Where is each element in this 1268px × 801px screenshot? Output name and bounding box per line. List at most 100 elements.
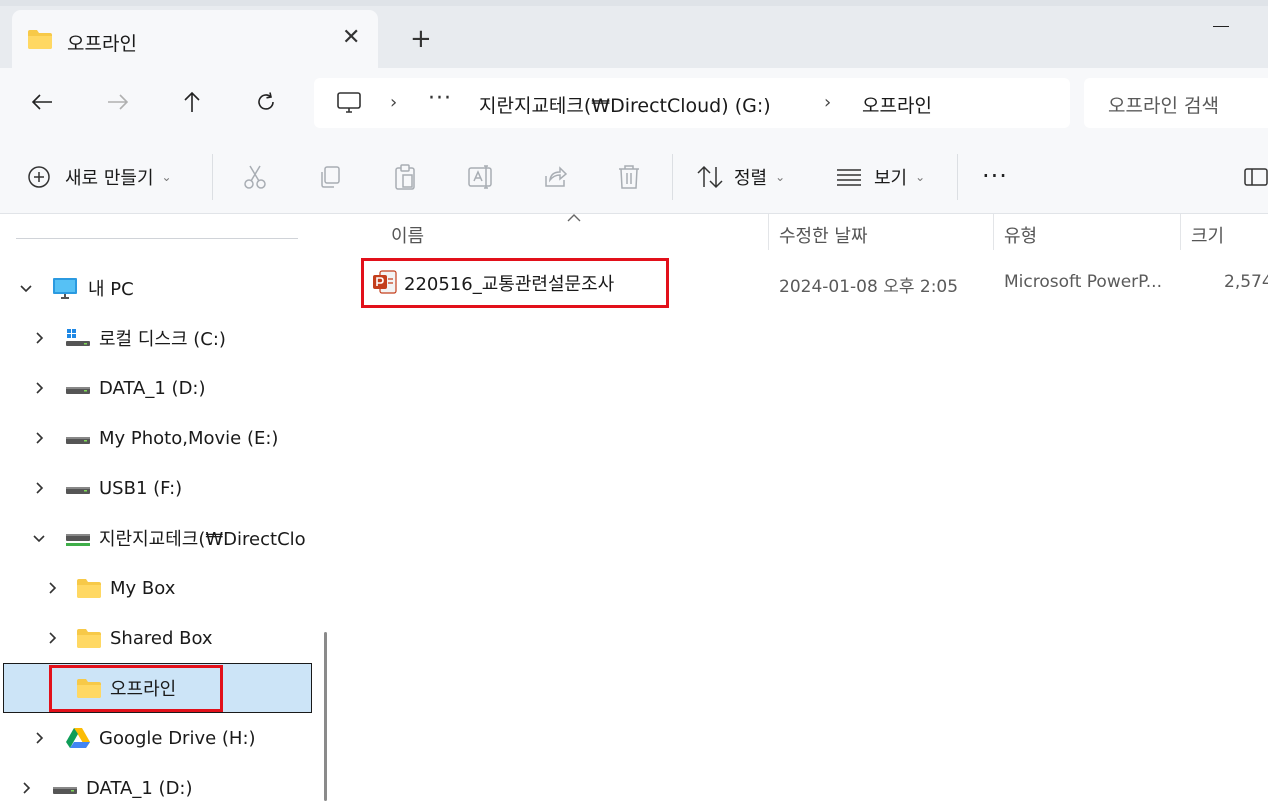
- chevron-right-icon: [36, 332, 44, 344]
- sidebar-item-usb1-f[interactable]: USB1 (F:): [33, 465, 182, 511]
- arrow-up-icon: [184, 91, 200, 112]
- rename-icon: [468, 165, 492, 189]
- sort-icon: [697, 165, 723, 189]
- sidebar-item-local-disk-c[interactable]: 로컬 디스크 (C:): [33, 315, 226, 361]
- sidebar-item-label: My Box: [110, 577, 176, 599]
- sidebar-item-this-pc[interactable]: 내 PC: [20, 265, 134, 311]
- chevron-right-icon: [36, 432, 44, 444]
- google-drive-icon: [66, 728, 90, 748]
- column-divider[interactable]: [993, 214, 994, 250]
- search-box[interactable]: 오프라인 검색: [1084, 78, 1268, 128]
- top-strip: [0, 0, 1268, 6]
- file-type: Microsoft PowerP...: [1004, 272, 1162, 292]
- forward-button[interactable]: [102, 86, 134, 118]
- chevron-right-icon: [49, 632, 57, 644]
- sidebar-item-label: USB1 (F:): [99, 477, 183, 499]
- title-bar: 오프라인 ✕ +: [0, 0, 1268, 68]
- more-options-button[interactable]: ···: [982, 162, 1008, 190]
- clipboard-icon: [395, 164, 415, 190]
- column-header-size[interactable]: 크기: [1191, 222, 1224, 248]
- drive-icon: [66, 387, 90, 394]
- navigation-bar: › ··· 지란지교테크(₩DirectCloud) (G:) › 오프라인 오…: [0, 68, 1268, 140]
- sidebar-item-data-1-d[interactable]: DATA_1 (D:): [33, 365, 206, 411]
- drive-icon: [66, 437, 90, 444]
- divider: [212, 154, 213, 200]
- view-label: 보기: [874, 168, 908, 189]
- sidebar-item-directcloud-g[interactable]: 지란지교테크(₩DirectClo: [33, 515, 306, 561]
- copy-button[interactable]: [317, 140, 343, 214]
- navigation-pane: 내 PC 로컬 디스크 (C:) DATA_1 (D:) My Photo,Mo…: [0, 214, 337, 801]
- cut-button[interactable]: [242, 140, 268, 214]
- minimize-button[interactable]: [1213, 26, 1229, 27]
- chevron-down-icon: [33, 535, 45, 543]
- sidebar-item-my-photo-movie-e[interactable]: My Photo,Movie (E:): [33, 415, 278, 461]
- chevron-right-icon: [23, 782, 31, 794]
- breadcrumb-separator[interactable]: ›: [390, 92, 397, 113]
- chevron-down-icon: ⌄: [161, 170, 172, 184]
- sidebar-item-label: DATA_1 (D:): [86, 777, 193, 799]
- sort-button[interactable]: 정렬 ⌄: [696, 140, 785, 214]
- monitor-icon: [336, 91, 362, 119]
- column-divider[interactable]: [1180, 214, 1181, 250]
- details-pane-button[interactable]: [1244, 140, 1268, 214]
- chevron-right-icon: [36, 482, 44, 494]
- arrow-right-icon: [108, 94, 129, 110]
- search-placeholder: 오프라인 검색: [1108, 95, 1219, 117]
- arrow-left-icon: [31, 94, 52, 110]
- sidebar-item-my-box[interactable]: My Box: [46, 565, 175, 611]
- view-button[interactable]: 보기 ⌄: [836, 140, 925, 214]
- divider: [672, 154, 673, 200]
- column-header-modified[interactable]: 수정한 날짜: [779, 222, 868, 248]
- share-icon: [545, 166, 568, 187]
- sort-ascending-icon: [567, 214, 581, 222]
- file-list: 이름 수정한 날짜 유형 크기 220516_교통관련설문조사 2024-01-…: [337, 214, 1268, 801]
- address-bar[interactable]: › ··· 지란지교테크(₩DirectCloud) (G:) › 오프라인: [314, 78, 1070, 128]
- breadcrumb-overflow[interactable]: ···: [428, 86, 452, 111]
- plus-circle-icon: [28, 166, 50, 188]
- breadcrumb-drive[interactable]: 지란지교테크(₩DirectCloud) (G:): [479, 91, 771, 118]
- new-button[interactable]: 새로 만들기 ⌄: [27, 140, 172, 214]
- sidebar-item-label: Shared Box: [110, 627, 213, 649]
- chevron-down-icon: ⌄: [915, 170, 926, 184]
- column-divider[interactable]: [768, 214, 769, 250]
- drive-icon: [66, 487, 90, 494]
- windows-drive-icon: [66, 329, 90, 346]
- tab-title: 오프라인: [67, 33, 137, 55]
- back-button[interactable]: [26, 86, 58, 118]
- rename-button[interactable]: [467, 140, 495, 214]
- chevron-right-icon: [36, 732, 44, 744]
- up-button[interactable]: [176, 86, 208, 118]
- scissors-icon: [244, 165, 266, 189]
- file-modified: 2024-01-08 오후 2:05: [779, 277, 959, 297]
- new-tab-button[interactable]: +: [410, 24, 432, 54]
- sidebar-item-label: My Photo,Movie (E:): [99, 427, 279, 449]
- share-button[interactable]: [542, 140, 568, 214]
- tab-offline[interactable]: 오프라인 ✕: [12, 10, 378, 68]
- highlight-box: [49, 665, 223, 712]
- chevron-down-icon: ⌄: [775, 170, 786, 184]
- drive-icon: [53, 787, 77, 794]
- column-header-type[interactable]: 유형: [1004, 222, 1037, 248]
- divider: [957, 154, 958, 200]
- new-label: 새로 만들기: [65, 168, 154, 189]
- breadcrumb-separator[interactable]: ›: [824, 92, 831, 113]
- delete-button[interactable]: [617, 140, 641, 214]
- list-view-icon: [837, 169, 861, 186]
- sidebar-item-label: 로컬 디스크 (C:): [99, 329, 226, 350]
- paste-button[interactable]: [392, 140, 418, 214]
- sidebar-scrollbar[interactable]: [324, 632, 327, 801]
- column-header-name[interactable]: 이름: [391, 222, 424, 248]
- breadcrumb-folder[interactable]: 오프라인: [862, 91, 932, 118]
- sidebar-item-label: 지란지교테크(₩DirectClo: [99, 529, 306, 550]
- copy-icon: [321, 166, 340, 188]
- sort-label: 정렬: [734, 168, 768, 189]
- sidebar-item-shared-box[interactable]: Shared Box: [46, 615, 213, 661]
- folder-icon: [27, 28, 53, 54]
- sidebar-item-label: DATA_1 (D:): [99, 377, 206, 399]
- refresh-button[interactable]: [250, 86, 282, 118]
- file-size: 2,574: [1224, 272, 1268, 292]
- close-tab-icon[interactable]: ✕: [342, 25, 360, 50]
- sidebar-item-google-drive-h[interactable]: Google Drive (H:): [33, 715, 256, 761]
- sidebar-item-data-1-d-network[interactable]: DATA_1 (D:): [20, 765, 193, 801]
- highlight-box: [361, 258, 669, 308]
